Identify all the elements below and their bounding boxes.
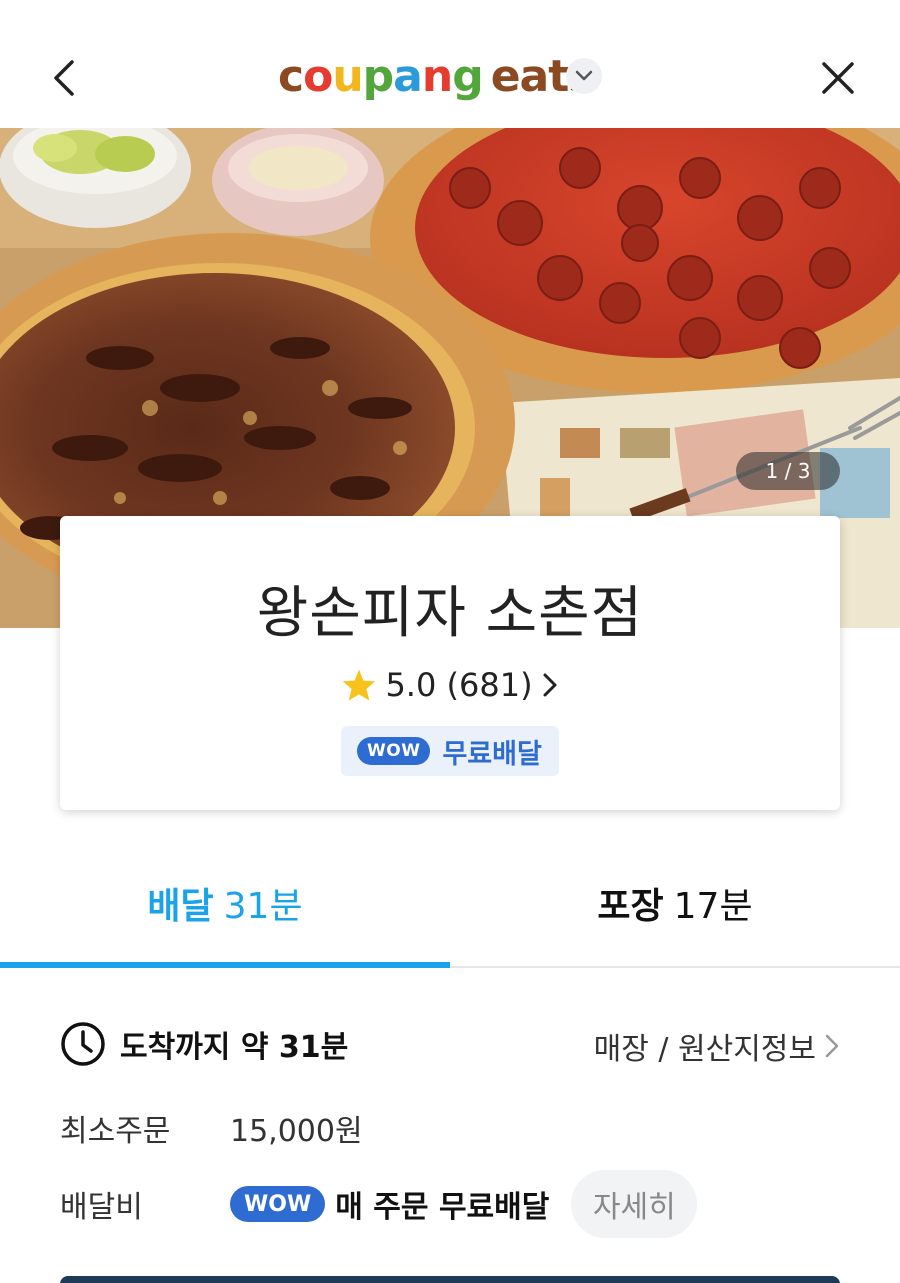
star-icon — [343, 669, 376, 701]
eta-row: 도착까지 약 31분 매장 / 원산지정보 — [60, 1016, 840, 1072]
photo-counter: 1 / 3 — [736, 452, 840, 490]
store-origin-info-link[interactable]: 매장 / 원산지정보 — [594, 1024, 840, 1068]
back-button[interactable] — [40, 52, 88, 104]
chevron-right-icon — [825, 1034, 839, 1058]
tab-pickup-label: 포장 — [597, 886, 664, 927]
close-button[interactable] — [812, 52, 864, 104]
close-icon — [822, 62, 854, 94]
delivery-fee-label: 배달비 — [60, 1190, 143, 1225]
chevron-down-icon — [575, 70, 593, 81]
tab-delivery[interactable]: 배달 31분 — [0, 840, 450, 966]
tab-delivery-time: 31분 — [223, 886, 303, 927]
delivery-fee-value: 매 주문 무료배달 — [335, 1190, 550, 1225]
clock-icon — [61, 1022, 105, 1066]
tab-delivery-label: 배달 — [147, 886, 214, 927]
tab-pickup-time: 17분 — [673, 886, 753, 927]
order-type-tabs: 배달 31분 포장 17분 — [0, 840, 900, 968]
rating-link[interactable]: 5.0 (681) — [60, 666, 840, 704]
wow-badge: WOW — [357, 737, 431, 765]
store-origin-info-label: 매장 / 원산지정보 — [593, 1032, 816, 1067]
delivery-fee-row: 배달비 WOW 매 주문 무료배달 자세히 — [60, 1170, 840, 1238]
coupang-eats-logo: c o u p a n g eats — [278, 50, 594, 102]
wow-badge: WOW — [230, 1186, 326, 1222]
bottom-panel-edge — [60, 1276, 840, 1283]
min-order-value: 15,000원 — [230, 1114, 363, 1149]
detail-button[interactable]: 자세히 — [571, 1170, 698, 1238]
min-order-row: 최소주문 15,000원 — [60, 1098, 840, 1158]
store-info-card: 왕손피자 소촌점 5.0 (681) WOW 무료배달 — [60, 516, 840, 810]
free-delivery-label: 무료배달 — [442, 738, 542, 770]
service-switch-button[interactable] — [566, 58, 602, 94]
chevron-right-icon — [543, 673, 557, 697]
chevron-left-icon — [54, 60, 74, 96]
rating-value: 5.0 (681) — [385, 666, 533, 704]
eta-text: 도착까지 약 31분 — [120, 1030, 349, 1065]
wow-free-delivery-chip: WOW 무료배달 — [341, 726, 559, 776]
min-order-label: 최소주문 — [60, 1114, 171, 1149]
tab-pickup[interactable]: 포장 17분 — [450, 840, 900, 966]
active-tab-indicator — [0, 962, 450, 968]
store-name: 왕손피자 소촌점 — [256, 581, 644, 646]
top-bar: c o u p a n g eats — [0, 0, 900, 128]
